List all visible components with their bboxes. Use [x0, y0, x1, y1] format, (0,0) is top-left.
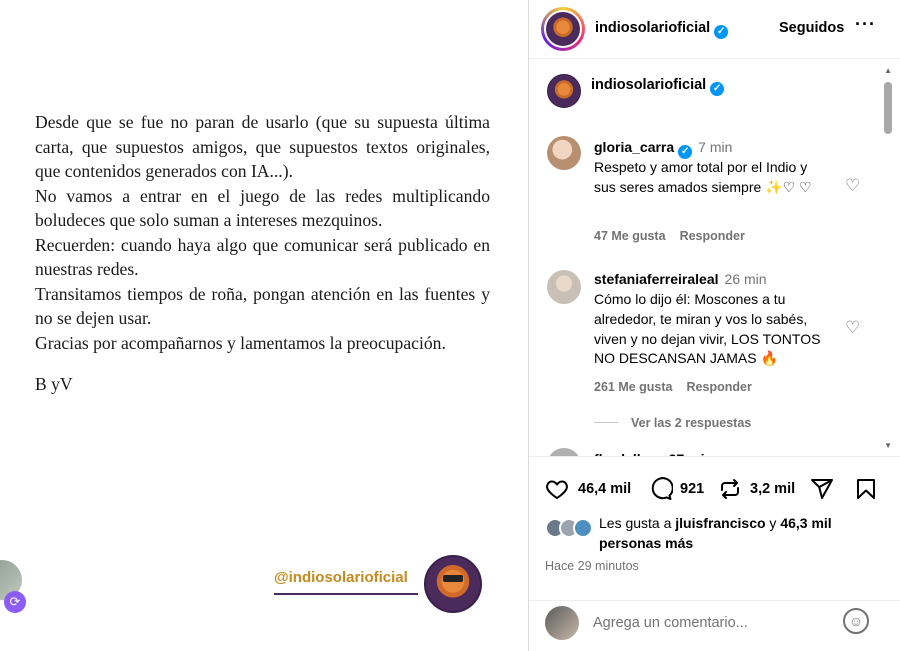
like-count[interactable]: 46,4 mil: [578, 481, 631, 497]
viewer-avatar[interactable]: [545, 606, 579, 640]
repost-icon[interactable]: [718, 477, 742, 506]
post-image[interactable]: Desde que se fue no paran de usarlo (que…: [0, 0, 528, 651]
refresh-badge-icon[interactable]: ⟳: [4, 591, 26, 613]
comment-input[interactable]: [593, 611, 833, 635]
comment-time: 26 min: [724, 271, 767, 287]
comment-like-icon[interactable]: ♡: [845, 176, 860, 196]
post-image-text: Desde que se fue no paran de usarlo (que…: [35, 110, 490, 397]
comment-likes[interactable]: 47 Me gusta: [594, 229, 666, 243]
post-line-4: Transitamos tiempos de roña, pongan aten…: [35, 283, 490, 329]
liker-avatar[interactable]: [573, 518, 593, 538]
comment-username[interactable]: gloria_carra ✓ 7 min: [594, 139, 732, 159]
comment-like-icon[interactable]: ♡: [845, 318, 860, 338]
speech-bubble-icon[interactable]: [649, 477, 674, 506]
scroll-down-arrow-icon[interactable]: ▼: [884, 441, 892, 450]
comment-text: Cómo lo dijo él: Moscones a tu alrededor…: [594, 291, 821, 367]
caption-username[interactable]: indiosolarioficial ✓: [591, 77, 725, 96]
comment-likes[interactable]: 261 Me gusta: [594, 380, 673, 394]
comment-avatar[interactable]: [547, 136, 581, 170]
image-logo: [424, 555, 482, 613]
verified-badge-icon: ✓: [678, 145, 693, 159]
comment-count[interactable]: 921: [680, 481, 704, 497]
paper-plane-icon[interactable]: [810, 477, 834, 506]
reply-button[interactable]: Responder: [680, 229, 745, 243]
post-line-5: Gracias por acompañarnos y lamentamos la…: [35, 332, 446, 353]
reply-button[interactable]: Responder: [687, 380, 752, 394]
likes-middle: y: [765, 515, 781, 531]
comment-text: Respeto y amor total por el Indio y sus …: [594, 159, 812, 195]
comment-username-text[interactable]: stefaniaferreiraleal: [594, 271, 719, 287]
post-actions: 46,4 mil 921 3,2 mil Les gusta a jluisfr…: [529, 456, 900, 651]
likes-summary: Les gusta a jluisfrancisco y 46,3 mil pe…: [599, 513, 869, 553]
post-header: indiosolarioficial ✓ Seguidos ···: [529, 0, 900, 59]
comment-username[interactable]: stefaniaferreiraleal 26 min: [594, 271, 767, 287]
header-username[interactable]: indiosolarioficial ✓: [595, 20, 729, 39]
post-signature: B yV: [35, 374, 73, 394]
more-options-icon[interactable]: ···: [855, 14, 876, 35]
image-handle-text: @indiosolarioficial: [274, 569, 408, 586]
post-line-2: No vamos a entrar en el juego de las red…: [35, 185, 490, 231]
comment-username-text[interactable]: gloria_carra: [594, 139, 674, 155]
comment-bar: ☺: [529, 600, 900, 651]
smiley-icon[interactable]: ☺: [843, 608, 869, 634]
header-username-text[interactable]: indiosolarioficial: [595, 20, 710, 36]
header-avatar[interactable]: [544, 10, 582, 48]
scroll-up-arrow-icon[interactable]: ▲: [884, 66, 892, 75]
post-line-1: Desde que se fue no paran de usarlo (que…: [35, 112, 490, 181]
likes-prefix: Les gusta a: [599, 515, 676, 531]
bookmark-icon[interactable]: [854, 477, 878, 506]
verified-badge-icon: ✓: [710, 82, 725, 96]
comment-avatar[interactable]: [547, 270, 581, 304]
scrollbar-thumb[interactable]: [884, 82, 892, 134]
image-handle-underline: [274, 593, 418, 595]
comment-meta: 47 Me gusta Responder: [594, 229, 759, 243]
comment-meta: 261 Me gusta Responder: [594, 380, 766, 394]
comment-time: 7 min: [698, 139, 733, 155]
view-replies-button[interactable]: Ver las 2 respuestas: [631, 416, 751, 430]
following-button[interactable]: Seguidos: [779, 20, 844, 36]
replies-divider: [594, 422, 618, 423]
verified-badge-icon: ✓: [714, 25, 729, 39]
repost-count[interactable]: 3,2 mil: [750, 481, 795, 497]
caption-avatar[interactable]: [547, 74, 581, 108]
post-side-panel: indiosolarioficial ✓ Seguidos ··· indioso…: [528, 0, 900, 651]
post-line-3: Recuerden: cuando haya algo que comunica…: [35, 234, 490, 280]
caption-username-text[interactable]: indiosolarioficial: [591, 77, 706, 93]
post-timestamp[interactable]: Hace 29 minutos: [545, 559, 639, 573]
heart-icon[interactable]: [545, 477, 569, 506]
liker-username[interactable]: jluisfrancisco: [675, 515, 765, 531]
